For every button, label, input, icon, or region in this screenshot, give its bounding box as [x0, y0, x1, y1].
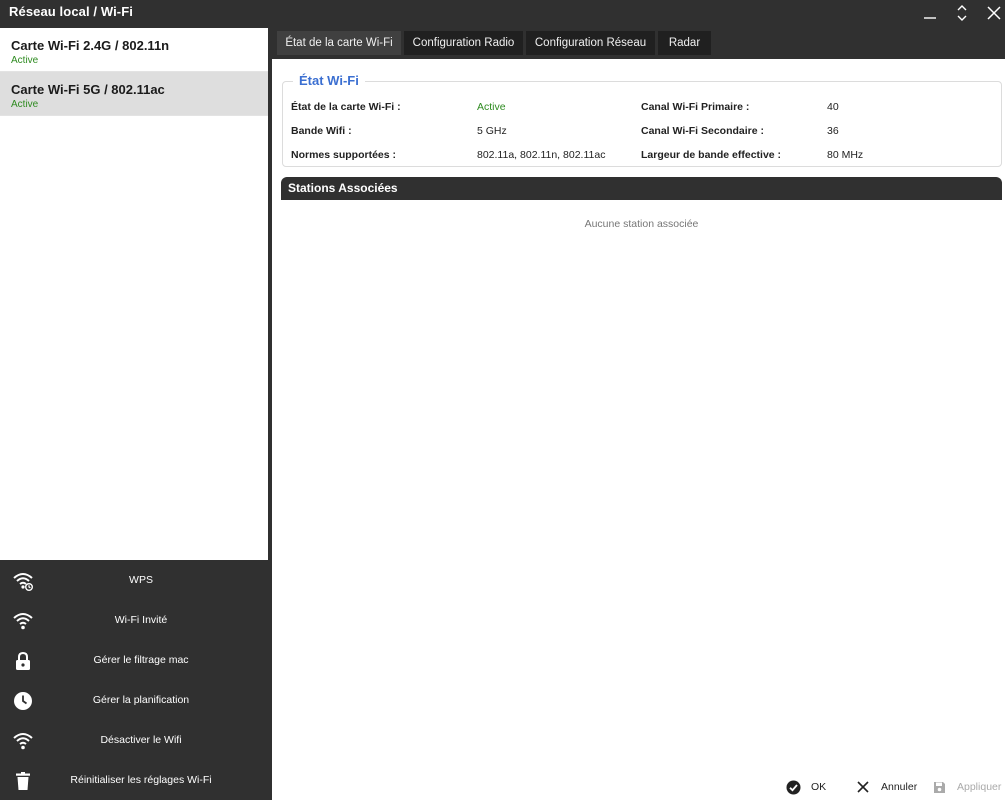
schedule-button[interactable]: Gérer la planification: [0, 680, 272, 720]
trash-icon: [12, 770, 34, 792]
check-circle-icon: [785, 779, 801, 795]
secondary-channel-value: 36: [827, 125, 839, 137]
card-state-label: État de la carte Wi-Fi :: [291, 101, 401, 113]
disable-wifi-button[interactable]: Désactiver le Wifi: [0, 720, 272, 760]
mac-filter-button[interactable]: Gérer le filtrage mac: [0, 640, 272, 680]
wifi-icon: [12, 730, 34, 752]
wifi-card-list: Carte Wi-Fi 2.4G / 802.11n Active Carte …: [0, 28, 268, 560]
wifi-state-legend: État Wi-Fi: [293, 73, 365, 88]
stations-header: Stations Associées: [281, 177, 1002, 200]
bandwidth-label: Largeur de bande effective :: [641, 149, 782, 161]
card-item-5g[interactable]: Carte Wi-Fi 5G / 802.11ac Active: [0, 72, 268, 116]
clock-icon: [12, 690, 34, 712]
card-item-2-4g[interactable]: Carte Wi-Fi 2.4G / 802.11n Active: [0, 28, 268, 72]
cancel-button[interactable]: Annuler: [855, 776, 917, 798]
cancel-label: Annuler: [881, 781, 918, 793]
guest-wifi-label: Wi-Fi Invité: [114, 614, 168, 626]
main-panel: État de la carte Wi-Fi Configuration Rad…: [272, 28, 1005, 800]
primary-channel-value: 40: [827, 101, 839, 113]
wps-button[interactable]: WPS: [0, 560, 272, 600]
band-label: Bande Wifi :: [291, 125, 352, 137]
mac-filter-label: Gérer le filtrage mac: [93, 654, 189, 666]
card-status: Active: [11, 99, 39, 110]
wifi-icon: [12, 610, 34, 632]
apply-button[interactable]: Appliquer: [931, 776, 1001, 798]
tab-radio-config[interactable]: Configuration Radio: [404, 31, 523, 55]
tab-network-config[interactable]: Configuration Réseau: [526, 31, 655, 55]
apply-label: Appliquer: [957, 781, 1002, 793]
ok-button[interactable]: OK: [785, 776, 826, 798]
minimize-icon: [924, 17, 936, 19]
title-bar: Réseau local / Wi-Fi: [0, 0, 1005, 28]
ok-label: OK: [811, 781, 827, 793]
standards-value: 802.11a, 802.11n, 802.11ac: [477, 149, 606, 161]
wps-icon: [12, 570, 34, 592]
card-state-value: Active: [477, 101, 506, 113]
minimize-button[interactable]: [915, 0, 945, 26]
maximize-button[interactable]: [947, 0, 977, 26]
tab-radar[interactable]: Radar: [658, 31, 711, 55]
stations-empty-text: Aucune station associée: [584, 218, 699, 230]
band-value: 5 GHz: [477, 125, 507, 137]
save-icon: [931, 779, 947, 795]
secondary-channel-label: Canal Wi-Fi Secondaire :: [641, 125, 765, 137]
card-name: Carte Wi-Fi 2.4G / 802.11n: [11, 38, 170, 53]
reset-wifi-label: Réinitialiser les réglages Wi-Fi: [70, 774, 212, 786]
wps-label: WPS: [129, 574, 153, 586]
disable-wifi-label: Désactiver le Wifi: [100, 734, 182, 746]
primary-channel-label: Canal Wi-Fi Primaire :: [641, 101, 750, 113]
bandwidth-value: 80 MHz: [827, 149, 864, 161]
card-status: Active: [11, 55, 39, 66]
lock-icon: [12, 650, 34, 672]
close-icon: [987, 6, 1001, 20]
wifi-actions: WPS Wi-Fi Invité Gérer le filtrage mac G…: [0, 560, 272, 800]
window-title: Réseau local / Wi-Fi: [9, 4, 133, 19]
expand-icon: [957, 5, 967, 21]
app-window: Réseau local / Wi-Fi Carte Wi-Fi 2.4G / …: [0, 0, 1005, 800]
wifi-state-group: État Wi-Fi État de la carte Wi-Fi : Acti…: [282, 73, 1002, 167]
close-button[interactable]: [979, 0, 1005, 26]
card-name: Carte Wi-Fi 5G / 802.11ac: [11, 82, 165, 97]
reset-wifi-button[interactable]: Réinitialiser les réglages Wi-Fi: [0, 760, 272, 800]
schedule-label: Gérer la planification: [92, 694, 190, 706]
guest-wifi-button[interactable]: Wi-Fi Invité: [0, 600, 272, 640]
tab-wifi-card-state[interactable]: État de la carte Wi-Fi: [277, 31, 401, 55]
standards-label: Normes supportées :: [291, 149, 397, 161]
close-icon: [855, 779, 871, 795]
tab-bar: État de la carte Wi-Fi Configuration Rad…: [272, 28, 1005, 59]
